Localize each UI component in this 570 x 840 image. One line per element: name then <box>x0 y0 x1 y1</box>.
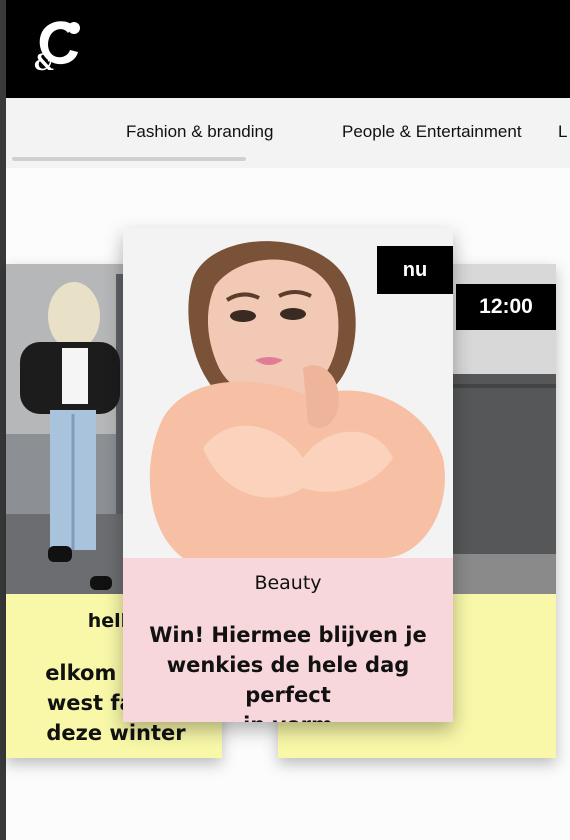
nav-scroll-indicator[interactable] <box>12 157 246 161</box>
time-badge: 12:00 <box>456 284 556 330</box>
article-card-center[interactable]: nu Beauty Win! Hiermee blijven je wenkie… <box>123 228 453 722</box>
app-frame: & Fashion & branding People & Entertainm… <box>0 0 570 840</box>
headline-line: in vorm <box>131 710 445 722</box>
headline-line: wenkies de hele dag perfect <box>166 653 410 707</box>
ampersand-c-logo-icon[interactable]: & <box>30 18 84 76</box>
headline-line: Win! Hiermee blijven je <box>149 623 427 647</box>
nav-item-partial[interactable]: L <box>558 122 567 142</box>
now-badge: nu <box>377 246 453 294</box>
card-carousel: hello elkom wat z west fahion deze winte… <box>6 168 570 840</box>
category-nav: Fashion & branding People & Entertainmen… <box>6 98 570 168</box>
nav-item-people-entertainment[interactable]: People & Entertainment <box>342 122 522 142</box>
card-headline-center[interactable]: Win! Hiermee blijven je wenkies de hele … <box>123 620 453 722</box>
nav-item-fashion-branding[interactable]: Fashion & branding <box>126 122 273 142</box>
card-category-center: Beauty <box>254 572 322 594</box>
top-header: & <box>6 0 570 98</box>
svg-text:&: & <box>34 50 54 74</box>
headline-line: deze winter <box>46 721 186 745</box>
